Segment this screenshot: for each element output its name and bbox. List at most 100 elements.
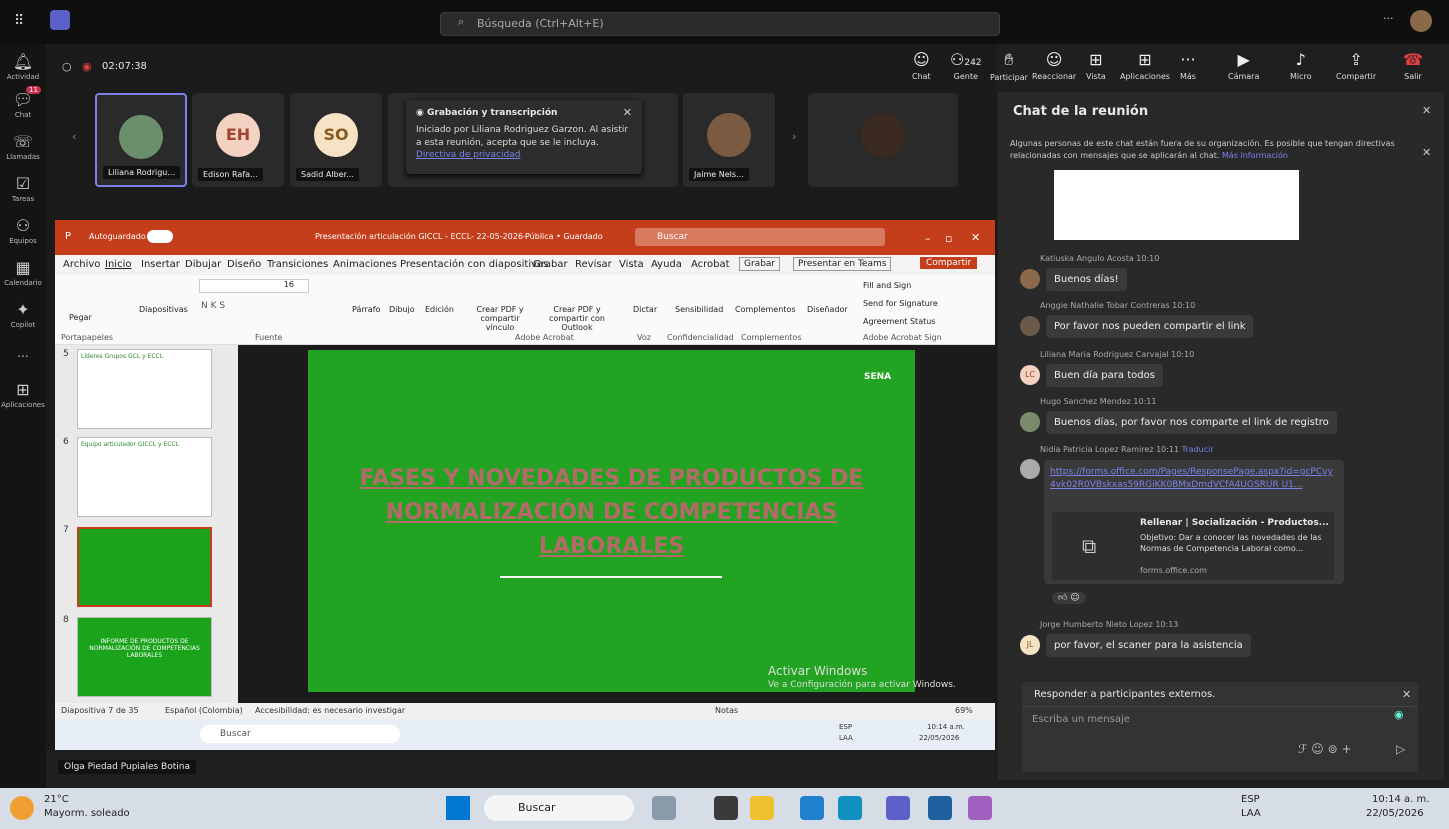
menu-revisar[interactable]: Revisar bbox=[575, 259, 612, 270]
language-status[interactable]: Español (Colombia) bbox=[165, 706, 243, 715]
slide-thumb-6[interactable]: Equipo articulador GICCL y ECCL bbox=[77, 437, 212, 517]
menu-animaciones[interactable]: Animaciones bbox=[333, 259, 397, 270]
rail-calendar[interactable]: ▦ Calendario bbox=[0, 258, 46, 287]
leave-button[interactable]: ☎ Salir bbox=[1403, 50, 1423, 81]
reaction-thumbs-icon[interactable]: 👍︎ ☺ bbox=[1052, 592, 1086, 604]
rail-copilot[interactable]: ✦ Copilot bbox=[0, 300, 46, 329]
raise-hand-button[interactable]: ✋︎ Participar bbox=[990, 50, 1028, 82]
paragraph-button[interactable]: Párrafo bbox=[352, 305, 380, 314]
addins-button[interactable]: Complementos bbox=[735, 305, 795, 314]
menu-transiciones[interactable]: Transiciones bbox=[267, 259, 328, 270]
visibility-label[interactable]: Pública • Guardado bbox=[525, 232, 603, 241]
slide-thumb-5[interactable]: Líderes Grupos GCL y ECCL bbox=[77, 349, 212, 429]
fill-sign-button[interactable]: Fill and Sign bbox=[863, 281, 911, 290]
rail-apps[interactable]: ⊞ Aplicaciones bbox=[0, 380, 46, 409]
translate-link[interactable]: Traducir bbox=[1182, 445, 1214, 454]
more-icon[interactable]: ··· bbox=[1383, 12, 1394, 25]
app-grid-icon[interactable]: ⠿ bbox=[14, 13, 24, 29]
dictate-button[interactable]: Dictar bbox=[633, 305, 657, 314]
menu-dibujar[interactable]: Dibujar bbox=[185, 259, 221, 270]
send-signature-button[interactable]: Send for Signature bbox=[863, 299, 938, 308]
maximize-icon[interactable]: ▫ bbox=[945, 232, 952, 245]
taskbar-lang[interactable]: ESP bbox=[1241, 794, 1260, 805]
chevron-left-icon[interactable]: ‹ bbox=[72, 130, 76, 143]
send-icon[interactable]: ▷ bbox=[1396, 742, 1405, 756]
apps-button[interactable]: ⊞ Aplicaciones bbox=[1120, 50, 1170, 81]
create-pdf-link-button[interactable]: Crear PDF y compartir vínculo bbox=[465, 305, 535, 332]
edge-icon[interactable] bbox=[800, 796, 824, 820]
menu-insertar[interactable]: Insertar bbox=[141, 259, 180, 270]
edge-icon[interactable] bbox=[838, 796, 862, 820]
taskbar-app-icon[interactable] bbox=[652, 796, 676, 820]
close-icon[interactable]: ✕ bbox=[1422, 104, 1431, 117]
share-button[interactable]: Compartir bbox=[920, 257, 978, 269]
participant-tile[interactable]: Liliana Rodrigu... bbox=[95, 93, 187, 187]
edit-button[interactable]: Edición bbox=[425, 305, 454, 314]
shared-image[interactable] bbox=[1054, 170, 1299, 240]
menu-ayuda[interactable]: Ayuda bbox=[651, 259, 682, 270]
message-input[interactable]: Escriba un mensaje bbox=[1032, 714, 1130, 725]
slides-button[interactable]: Diapositivas bbox=[139, 305, 188, 314]
minimize-icon[interactable]: – bbox=[925, 232, 931, 245]
participant-tile[interactable]: SO Sadid Alber... bbox=[290, 93, 382, 187]
rail-more[interactable]: ... bbox=[0, 346, 46, 360]
inner-search-input[interactable]: Buscar bbox=[200, 725, 400, 743]
menu-presentacion[interactable]: Presentación con diapositivas bbox=[400, 259, 548, 270]
search-input[interactable]: Búsqueda (Ctrl+Alt+E) bbox=[440, 12, 1000, 36]
menu-archivo[interactable]: Archivo bbox=[63, 259, 100, 270]
rail-chat[interactable]: 💬︎ Chat 11 bbox=[0, 86, 46, 119]
app-icon[interactable] bbox=[968, 796, 992, 820]
close-icon[interactable]: ✕ bbox=[971, 231, 980, 244]
agreement-status-button[interactable]: Agreement Status bbox=[863, 317, 935, 326]
teams-icon[interactable] bbox=[886, 796, 910, 820]
close-icon[interactable]: ✕ bbox=[1402, 688, 1411, 701]
taskbar-search[interactable]: Buscar bbox=[484, 795, 634, 821]
document-title[interactable]: Presentación articulación GICCL - ECCL- … bbox=[315, 232, 526, 241]
profile-avatar[interactable] bbox=[1410, 10, 1432, 32]
present-teams-button[interactable]: Presentar en Teams bbox=[793, 257, 892, 271]
compose-tools-icon[interactable]: ℱ ☺ ⊚ + bbox=[1298, 742, 1352, 756]
participant-tile[interactable]: Jaime Nels... bbox=[683, 93, 775, 187]
zoom-level[interactable]: 69% bbox=[955, 706, 973, 715]
accessibility-status[interactable]: Accesibilidad: es necesario investigar bbox=[255, 706, 405, 715]
menu-inicio[interactable]: Inicio bbox=[105, 259, 131, 270]
taskview-icon[interactable] bbox=[714, 796, 738, 820]
participant-tile[interactable]: EH Edison Rafa... bbox=[192, 93, 284, 187]
menu-diseno[interactable]: Diseño bbox=[227, 259, 261, 270]
slide-thumb-7[interactable] bbox=[77, 527, 212, 607]
close-icon[interactable]: ✕ bbox=[623, 106, 632, 119]
outlook-icon[interactable] bbox=[928, 796, 952, 820]
font-size-select[interactable]: 16 bbox=[199, 279, 309, 293]
rail-calls[interactable]: ☏ Llamadas bbox=[0, 132, 46, 161]
chat-button[interactable]: ☺ Chat bbox=[912, 50, 931, 81]
menu-acrobat[interactable]: Acrobat bbox=[691, 259, 730, 270]
current-slide[interactable]: FASES Y NOVEDADES DE PRODUCTOS DE NORMAL… bbox=[308, 350, 956, 692]
camera-button[interactable]: ▶ Cámara bbox=[1228, 50, 1259, 81]
start-icon[interactable] bbox=[446, 796, 470, 820]
font-format-icons[interactable]: N K S bbox=[201, 301, 225, 311]
view-button[interactable]: ⊞ Vista bbox=[1086, 50, 1106, 81]
taskbar-time[interactable]: 10:14 a. m. bbox=[1372, 794, 1429, 805]
taskbar-date[interactable]: 22/05/2026 bbox=[1366, 808, 1424, 819]
record-button[interactable]: Grabar bbox=[739, 257, 781, 271]
more-button[interactable]: ··· Más bbox=[1180, 50, 1196, 81]
menu-vista[interactable]: Vista bbox=[619, 259, 644, 270]
link-preview-card[interactable]: ⧉ Rellenar | Socialización - Productos..… bbox=[1052, 512, 1334, 580]
menu-grabar[interactable]: Grabar bbox=[533, 259, 568, 270]
rail-tasks[interactable]: ☑ Tareas bbox=[0, 174, 46, 203]
rail-teams[interactable]: ⚇ Equipos bbox=[0, 216, 46, 245]
react-button[interactable]: ☺ Reaccionar bbox=[1032, 50, 1076, 81]
rail-activity[interactable]: 🔔︎ Actividad bbox=[0, 52, 46, 81]
copilot-icon[interactable]: ◉ bbox=[1394, 708, 1404, 721]
mic-button[interactable]: ♪ Micro bbox=[1290, 50, 1312, 81]
people-button[interactable]: ⚇242 Gente bbox=[950, 50, 982, 81]
participant-tile[interactable] bbox=[808, 93, 958, 187]
designer-button[interactable]: Diseñador bbox=[807, 305, 848, 314]
chevron-right-icon[interactable]: › bbox=[792, 130, 796, 143]
more-info-link[interactable]: Más información bbox=[1222, 151, 1288, 160]
close-notice-icon[interactable]: ✕ bbox=[1422, 146, 1431, 159]
weather-icon[interactable] bbox=[10, 796, 34, 820]
draw-button[interactable]: Dibujo bbox=[389, 305, 415, 314]
paste-button[interactable]: Pegar bbox=[69, 313, 92, 322]
forms-link[interactable]: https://forms.office.com/Pages/ResponseP… bbox=[1050, 466, 1338, 492]
